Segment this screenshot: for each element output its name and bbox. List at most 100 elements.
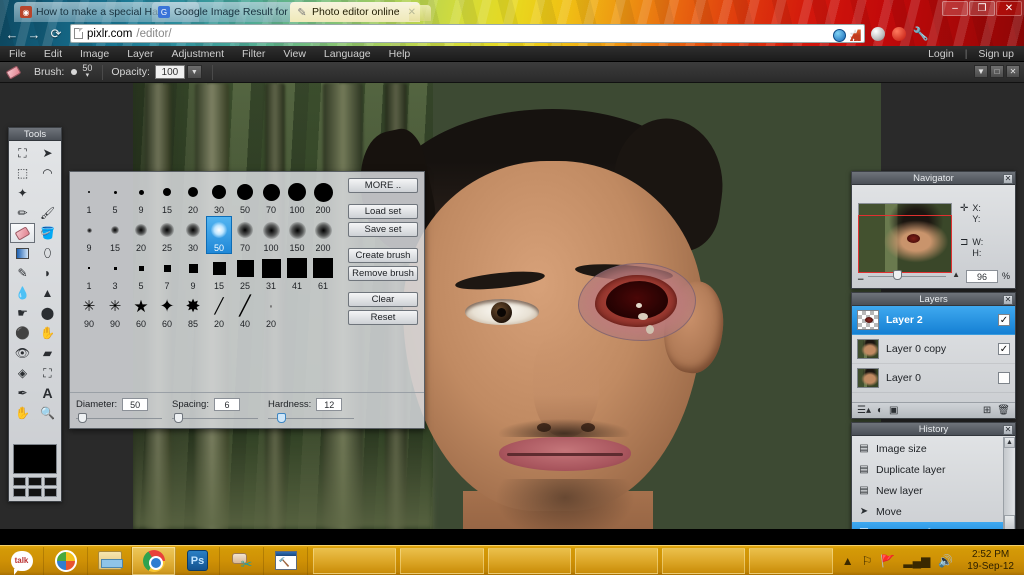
navigator-zoom-input[interactable]: 96 — [965, 269, 998, 283]
taskbar-item-explorer[interactable] — [88, 546, 132, 575]
analytics-icon[interactable] — [849, 29, 861, 41]
taskbar-item-picasa[interactable] — [44, 546, 88, 575]
zoom-tool[interactable]: 🔍 — [35, 403, 60, 423]
zoom-in-icon[interactable]: ▲ — [952, 270, 960, 279]
menu-view[interactable]: View — [274, 46, 315, 62]
brush-preset[interactable]: 41 — [284, 254, 310, 292]
brush-preset[interactable]: 15 — [102, 216, 128, 254]
brush-preset[interactable]: ✸ 85 — [180, 292, 206, 330]
canvas-workspace[interactable]: Tools ⛶ ➤ ⬚ ◠ ✦ ✏ 🖌 🪣 ⬯ ✎ ◗ 💧 ▲ ☛ ⬤ ⚫ ✋ … — [0, 83, 1024, 529]
burn-tool[interactable]: ✋ — [35, 323, 60, 343]
brush-preset[interactable]: 30 — [180, 216, 206, 254]
wand-select-tool[interactable]: ✦ — [10, 183, 35, 203]
history-item[interactable]: ▤ Duplicate layer — [852, 459, 1015, 480]
menu-image[interactable]: Image — [71, 46, 118, 62]
maximize-button[interactable]: ❐ — [969, 1, 995, 16]
gradient-tool[interactable] — [10, 243, 35, 263]
brush-preset[interactable]: 25 — [154, 216, 180, 254]
lasso-tool[interactable]: ◠ — [35, 163, 60, 183]
reset-button[interactable]: Reset — [348, 310, 418, 325]
taskbar-window-button[interactable] — [574, 547, 659, 574]
palette-swatch[interactable] — [43, 477, 57, 486]
brush-preset[interactable]: 9 — [76, 216, 102, 254]
forward-icon[interactable]: → — [24, 24, 44, 44]
diameter-slider-knob[interactable] — [77, 413, 87, 423]
brush-preset[interactable]: 9 — [128, 178, 154, 216]
layer-visibility-checkbox[interactable]: ✓ — [998, 314, 1010, 326]
zoom-out-icon[interactable]: ▁ — [858, 272, 863, 280]
navigator-viewport-rect[interactable] — [858, 215, 952, 273]
menu-language[interactable]: Language — [315, 46, 380, 62]
spacing-slider-knob[interactable] — [173, 413, 183, 423]
pinch-tool[interactable]: ⛶ — [35, 363, 60, 383]
layer-mask-icon[interactable]: ◐ — [877, 405, 883, 416]
brush-tool[interactable]: 🖌 — [35, 203, 60, 223]
smudge-tool[interactable]: ☛ — [10, 303, 35, 323]
layer-menu-icon[interactable]: ☰▴ — [857, 405, 871, 416]
hardness-slider-knob[interactable] — [277, 413, 287, 423]
pixlr-close-button[interactable]: ✕ — [1006, 65, 1020, 78]
history-item[interactable]: ▤ Image size — [852, 438, 1015, 459]
palette-swatch[interactable] — [13, 488, 27, 497]
history-scrollbar[interactable]: ▲ ▼ — [1003, 437, 1015, 529]
signup-link[interactable]: Sign up — [974, 48, 1018, 60]
layer-visibility-checkbox[interactable] — [998, 372, 1010, 384]
minimize-button[interactable]: – — [942, 1, 968, 16]
taskbar-window-button[interactable] — [487, 547, 571, 574]
brush-preset[interactable]: ╱ 40 — [232, 292, 258, 330]
action-center-icon[interactable]: 🚩 — [880, 554, 895, 568]
brush-preset[interactable]: 15 — [154, 178, 180, 216]
brush-preview-icon[interactable] — [71, 69, 78, 75]
brush-preset[interactable]: ✳ 90 — [102, 292, 128, 330]
close-icon[interactable]: ✕ — [1003, 424, 1013, 435]
new-tab-button[interactable] — [409, 5, 431, 21]
palette-swatch[interactable] — [13, 477, 27, 486]
hardness-slider-track[interactable] — [268, 413, 354, 423]
brush-preset[interactable]: 31 — [258, 254, 284, 292]
clear-button[interactable]: Clear — [348, 292, 418, 307]
browser-tab-3[interactable]: ✎ Photo editor online / free i ✕ — [290, 2, 420, 22]
hardness-input[interactable]: 12 — [316, 398, 343, 411]
back-icon[interactable]: ← — [2, 24, 22, 44]
spacing-slider-track[interactable] — [172, 413, 258, 423]
brush-preset[interactable]: 25 — [232, 254, 258, 292]
history-item[interactable]: ➤ Move — [852, 501, 1015, 522]
save-set-button[interactable]: Save set — [348, 222, 418, 237]
volume-icon[interactable]: 🔊 — [938, 554, 953, 568]
marquee-select-tool[interactable]: ⬚ — [10, 163, 35, 183]
color-replace-tool[interactable]: ✎ — [10, 263, 35, 283]
create-brush-button[interactable]: Create brush — [348, 248, 418, 263]
pixlr-minimize-button[interactable]: ▼ — [974, 65, 988, 78]
foreground-color-swatch[interactable] — [13, 444, 57, 474]
diameter-slider-track[interactable] — [76, 413, 162, 423]
move-tool[interactable]: ➤ — [35, 143, 60, 163]
brush-preset[interactable]: 200 — [310, 178, 336, 216]
brush-preset[interactable]: ✳ 90 — [76, 292, 102, 330]
brush-preset[interactable]: 61 — [310, 254, 336, 292]
opacity-dropdown-icon[interactable]: ▼ — [186, 65, 202, 79]
brush-preset[interactable]: 1 — [76, 178, 102, 216]
taskbar-window-button[interactable] — [400, 547, 484, 574]
eraser-tool[interactable] — [10, 223, 35, 243]
history-item[interactable]: ▤ Free transform — [852, 522, 1015, 529]
zoom-slider-track[interactable]: ▁ ▲ — [858, 270, 962, 282]
menu-layer[interactable]: Layer — [118, 46, 162, 62]
flag-icon[interactable]: ⚐ — [862, 554, 873, 568]
menu-adjustment[interactable]: Adjustment — [162, 46, 233, 62]
sponge-tool[interactable]: ⬤ — [35, 303, 60, 323]
close-button[interactable]: ✕ — [996, 1, 1022, 16]
brush-preset[interactable]: 200 — [310, 216, 336, 254]
more-button[interactable]: MORE .. — [348, 178, 418, 193]
taskbar-item-photoshop[interactable]: Ps — [176, 546, 220, 575]
brush-preset[interactable]: 3 — [102, 254, 128, 292]
menu-filter[interactable]: Filter — [233, 46, 274, 62]
brush-preset[interactable]: 70 — [258, 178, 284, 216]
hand-tool[interactable]: ✋ — [10, 403, 35, 423]
layer-style-icon[interactable]: ▣ — [889, 405, 898, 416]
layer-row[interactable]: Layer 0 copy ✓ — [852, 335, 1015, 364]
taskbar-window-button[interactable] — [749, 547, 833, 574]
brush-preset[interactable]: 100 — [258, 216, 284, 254]
brush-preset[interactable]: 20 — [180, 178, 206, 216]
palette-swatch[interactable] — [28, 477, 42, 486]
blur-tool[interactable]: 💧 — [10, 283, 35, 303]
